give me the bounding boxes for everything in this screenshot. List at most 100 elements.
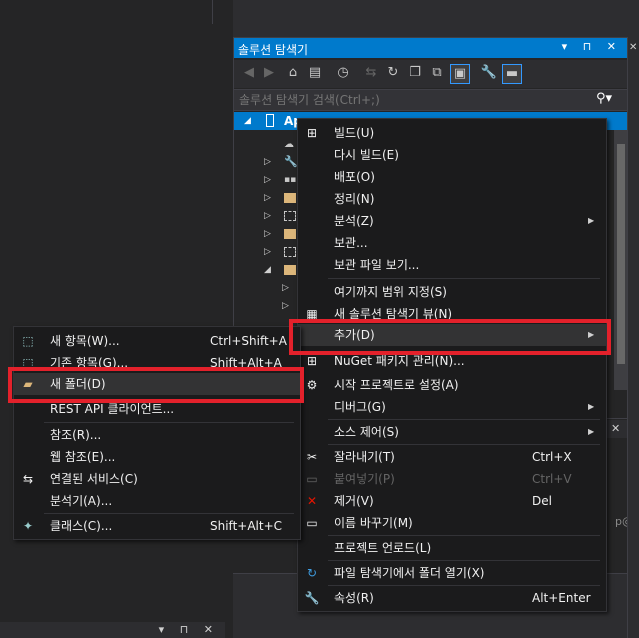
menu-item-label: 이름 바꾸기(M) <box>334 516 413 530</box>
search-input[interactable] <box>237 91 596 109</box>
menu-item-cut[interactable]: ✂ 잘라내기(T) Ctrl+X <box>298 446 606 468</box>
menu-item-unload-project[interactable]: 프로젝트 언로드(L) <box>298 537 606 559</box>
expand-arrow-icon[interactable]: ◢ <box>244 116 251 126</box>
solution-explorer-title: 솔루션 탐색기 <box>238 43 309 57</box>
menu-item-debug[interactable]: 디버그(G) ▶ <box>298 396 606 418</box>
pending-changes-icon[interactable]: ◷ <box>334 64 352 82</box>
menu-item-label: 빌드(U) <box>334 126 375 140</box>
copy-icon[interactable]: ⧉ <box>428 64 446 82</box>
switch-view-icon[interactable]: ▤ <box>306 64 324 82</box>
separator <box>328 278 600 279</box>
menu-item-label: 분석(Z) <box>334 214 374 228</box>
close-icon[interactable]: ✕ <box>611 422 620 435</box>
menu-item-label: 제거(V) <box>334 494 374 508</box>
menu-item-shortcut: Ctrl+V <box>532 472 572 486</box>
title-buttons[interactable]: ▾ ⊓ ✕ <box>562 40 622 53</box>
menu-item-label: 소스 제어(S) <box>334 425 399 439</box>
separator <box>44 422 294 423</box>
right-edge-panel: ✕ <box>627 37 639 638</box>
menu-item-remove[interactable]: ✕ 제거(V) Del <box>298 490 606 512</box>
expand-arrow-icon[interactable]: ▷ <box>264 229 271 239</box>
collapse-arrow-icon[interactable]: ◢ <box>264 265 271 275</box>
menu-item-properties[interactable]: 🔧 속성(R) Alt+Enter <box>298 587 606 609</box>
expand-arrow-icon[interactable]: ▷ <box>282 301 289 311</box>
menu-item-label: 잘라내기(T) <box>334 450 395 464</box>
menu-item-label: 프로젝트 언로드(L) <box>334 541 432 555</box>
sync-icon[interactable]: ⇆ <box>362 64 380 82</box>
scrollbar-thumb[interactable] <box>617 144 625 364</box>
collapse-all-icon[interactable]: ❐ <box>406 64 424 82</box>
expand-arrow-icon[interactable]: ▷ <box>264 247 271 257</box>
menu-item-analyze[interactable]: 분석(Z) ▶ <box>298 210 606 232</box>
menu-item-rename[interactable]: ▭ 이름 바꾸기(M) <box>298 512 606 534</box>
menu-item-clean[interactable]: 정리(N) <box>298 188 606 210</box>
nuget-icon: ⊞ <box>306 354 318 368</box>
folder-icon <box>284 247 296 257</box>
expand-arrow-icon[interactable]: ▷ <box>264 175 271 185</box>
solution-explorer-toolbar: ◀ ▶ ⌂ ▤ ◷ ⇆ ↻ ❐ ⧉ ▣ 🔧 ▬ <box>234 60 628 88</box>
forward-icon[interactable]: ▶ <box>260 64 278 82</box>
menu-item-set-startup[interactable]: ⚙ 시작 프로젝트로 설정(A) <box>298 374 606 396</box>
menu-item-connected-service[interactable]: ⇆ 연결된 서비스(C) <box>14 468 300 490</box>
menu-item-shortcut: Del <box>532 494 552 508</box>
menu-item-web-reference[interactable]: 웹 참조(E)... <box>14 446 300 468</box>
cut-icon: ✂ <box>306 450 318 464</box>
scrollbar[interactable] <box>614 130 628 390</box>
back-icon[interactable]: ◀ <box>240 64 258 82</box>
menu-item-paste[interactable]: ▭ 붙여넣기(P) Ctrl+V <box>298 468 606 490</box>
menu-item-view-archives[interactable]: 보관 파일 보기... <box>298 254 606 276</box>
menu-item-label: 웹 참조(E)... <box>50 450 116 464</box>
menu-item-scope-to-this[interactable]: 여기까지 범위 지정(S) <box>298 281 606 303</box>
separator <box>328 585 600 586</box>
menu-item-label: 파일 탐색기에서 폴더 열기(X) <box>334 566 485 580</box>
submenu-arrow-icon: ▶ <box>588 427 595 436</box>
show-all-files-icon[interactable]: ▣ <box>450 64 470 84</box>
home-icon[interactable]: ⌂ <box>284 64 302 82</box>
solution-explorer-title-bar: 솔루션 탐색기 ▾ ⊓ ✕ <box>234 38 628 58</box>
menu-item-deploy[interactable]: 배포(O) <box>298 166 606 188</box>
separator <box>328 444 600 445</box>
menu-item-open-in-explorer[interactable]: ↻ 파일 탐색기에서 폴더 열기(X) <box>298 562 606 584</box>
menu-item-label: 여기까지 범위 지정(S) <box>334 285 447 299</box>
menu-item-label: 정리(N) <box>334 192 375 206</box>
menu-item-label: 보관 파일 보기... <box>334 258 420 272</box>
menu-item-label: 클래스(C)... <box>50 519 113 533</box>
expand-arrow-icon[interactable]: ▷ <box>264 211 271 221</box>
menu-item-reference[interactable]: 참조(R)... <box>14 424 300 446</box>
expand-arrow-icon[interactable]: ▷ <box>282 283 289 293</box>
properties-icon[interactable]: 🔧 <box>480 64 498 82</box>
menu-item-new-item[interactable]: ⬚ 새 항목(W)... Ctrl+Shift+A <box>14 330 300 352</box>
context-menu: ⊞ 빌드(U) 다시 빌드(E) 배포(O) 정리(N) 분석(Z) ▶ 보관.… <box>297 118 607 612</box>
submenu-arrow-icon: ▶ <box>588 402 595 411</box>
menu-item-label: 새 항목(W)... <box>50 334 120 348</box>
highlight-box-new-folder <box>8 367 304 403</box>
menu-item-label: 디버그(G) <box>334 400 386 414</box>
search-icon[interactable]: ⚲▾ <box>596 91 612 106</box>
menu-item-archive[interactable]: 보관... <box>298 232 606 254</box>
solution-explorer-search[interactable]: ⚲▾ <box>234 89 628 111</box>
close-icon[interactable]: ✕ <box>629 42 637 53</box>
paste-icon: ▭ <box>306 472 318 486</box>
folder-icon <box>284 193 296 203</box>
highlight-box-add <box>289 319 611 355</box>
expand-arrow-icon[interactable]: ▷ <box>264 157 271 167</box>
menu-item-rebuild[interactable]: 다시 빌드(E) <box>298 144 606 166</box>
menu-item-label: 시작 프로젝트로 설정(A) <box>334 378 459 392</box>
menu-item-label: 속성(R) <box>334 591 374 605</box>
menu-item-label: 보관... <box>334 236 368 250</box>
refresh-icon[interactable]: ↻ <box>384 64 402 82</box>
new-item-icon: ⬚ <box>22 334 34 348</box>
preview-icon[interactable]: ▬ <box>502 64 522 84</box>
menu-item-class[interactable]: ✦ 클래스(C)... Shift+Alt+C <box>14 515 300 537</box>
title-buttons[interactable]: ▾ ⊓ ✕ <box>159 623 219 636</box>
expand-arrow-icon[interactable]: ▷ <box>264 193 271 203</box>
build-icon: ⊞ <box>306 126 318 140</box>
separator <box>328 535 600 536</box>
menu-item-analyzer[interactable]: 분석기(A)... <box>14 490 300 512</box>
project-icon <box>266 114 274 127</box>
menu-item-source-control[interactable]: 소스 제어(S) ▶ <box>298 421 606 443</box>
reference-icon: ▪▪ <box>284 175 297 185</box>
menu-item-build[interactable]: ⊞ 빌드(U) <box>298 122 606 144</box>
menu-item-label: 참조(R)... <box>50 428 102 442</box>
rename-icon: ▭ <box>306 516 318 530</box>
